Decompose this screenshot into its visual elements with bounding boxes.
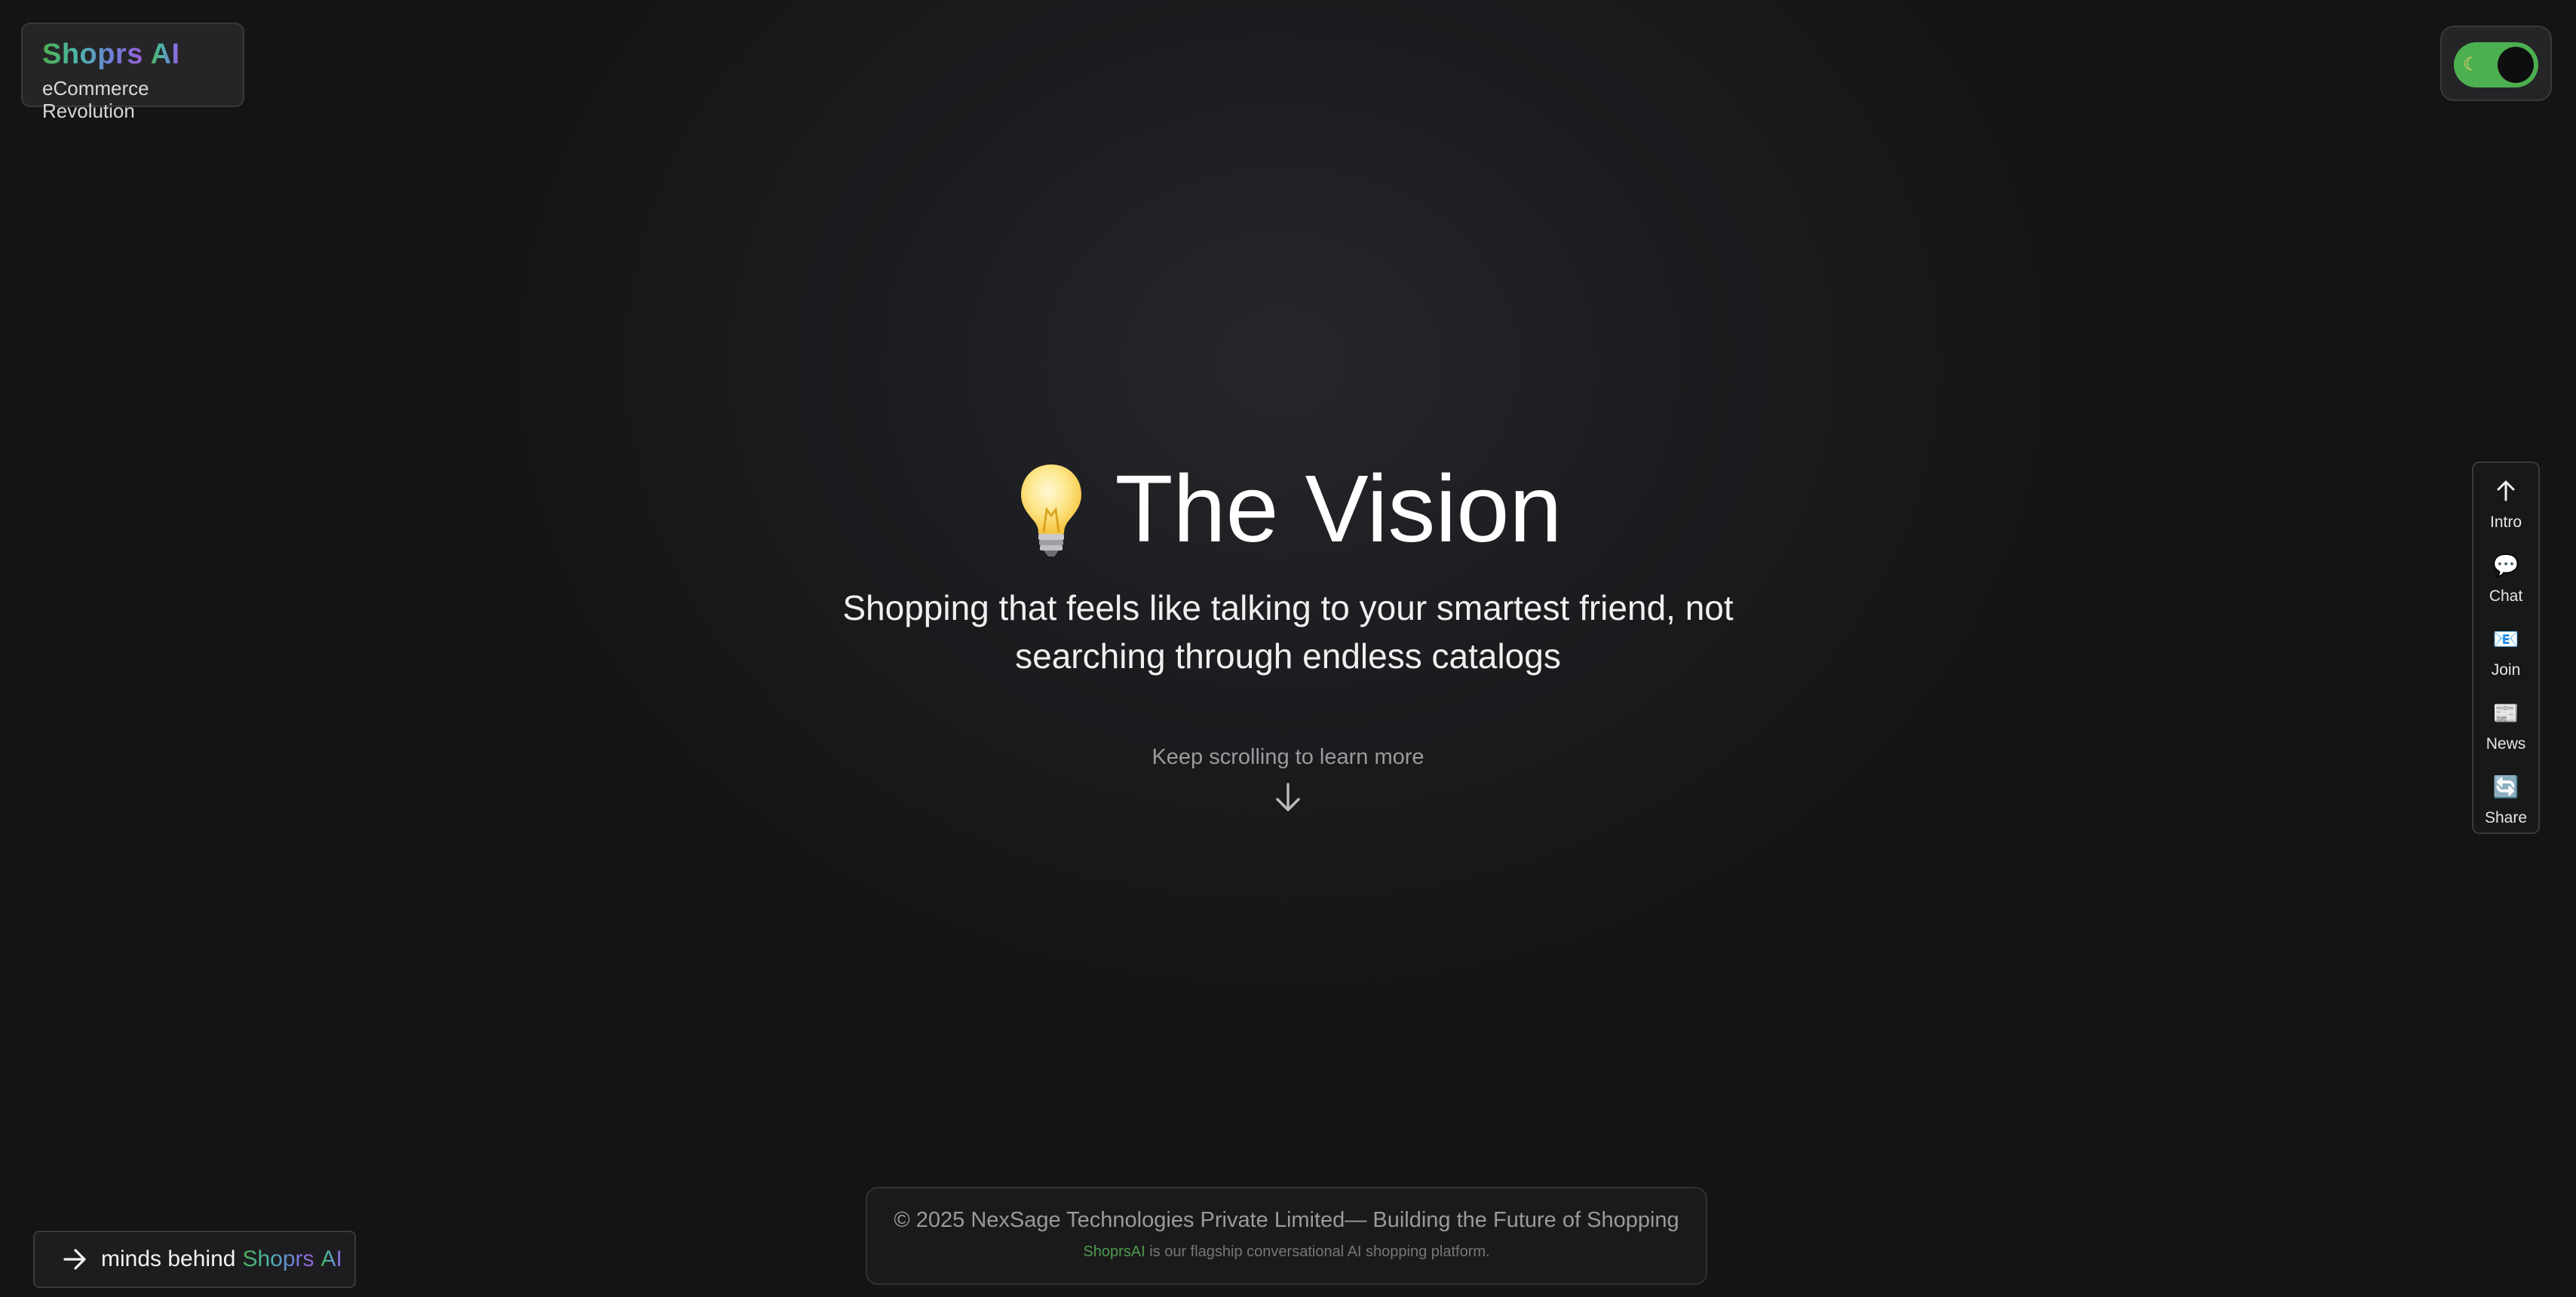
- sidenav-item-join[interactable]: 📧 Join: [2473, 623, 2538, 697]
- arrow-right-icon: [63, 1249, 86, 1270]
- brand-name-suffix: AI: [150, 38, 180, 70]
- moon-icon: ☾: [2463, 54, 2479, 75]
- sidenav-label: Chat: [2489, 587, 2523, 605]
- brand-tagline: eCommerce Revolution: [42, 77, 149, 122]
- sidenav-item-intro[interactable]: Intro: [2473, 475, 2538, 549]
- footer-brand-link[interactable]: ShoprsAI: [1083, 1243, 1145, 1260]
- footer-tagline: ShoprsAI is our flagship conversational …: [867, 1243, 1706, 1261]
- brand-title: Shoprs AI: [42, 38, 243, 71]
- footer-copyright: © 2025 NexSage Technologies Private Limi…: [894, 1208, 1679, 1232]
- sidenav-label: Share: [2484, 809, 2528, 826]
- sidenav-label: Intro: [2489, 514, 2522, 531]
- scroll-hint: Keep scrolling to learn more: [1152, 745, 1424, 769]
- footer: © 2025 NexSage Technologies Private Limi…: [866, 1187, 1707, 1285]
- minds-behind-link[interactable]: minds behind Shoprs AI: [33, 1231, 356, 1288]
- speech-bubble-icon: 💬: [2492, 553, 2519, 577]
- sidenav-item-share[interactable]: 🔄 Share: [2473, 771, 2538, 845]
- arrow-down-icon[interactable]: [1273, 781, 1303, 814]
- sidenav-item-chat[interactable]: 💬 Chat: [2473, 549, 2538, 623]
- brand-badge[interactable]: Shoprs AI eCommerce Revolution: [21, 23, 244, 122]
- hero-title-text: The Vision: [1115, 455, 1562, 562]
- side-navigation: Intro 💬 Chat 📧 Join 📰 News 🔄 Share: [2472, 461, 2540, 834]
- page-title: The Vision: [0, 452, 2576, 566]
- refresh-icon: 🔄: [2492, 774, 2519, 799]
- sidenav-item-news[interactable]: 📰 News: [2473, 697, 2538, 771]
- footer-tagline-text: is our flagship conversational AI shoppi…: [1149, 1243, 1490, 1260]
- hero-section: The Vision Shopping that feels like talk…: [0, 452, 2576, 818]
- newspaper-icon: 📰: [2492, 701, 2519, 725]
- minds-brand-suffix: AI: [320, 1246, 342, 1271]
- minds-behind-text: minds behind: [101, 1246, 236, 1271]
- toggle-knob: [2498, 47, 2534, 83]
- envelope-icon: 📧: [2492, 627, 2519, 651]
- lightbulb-icon: [1021, 465, 1082, 557]
- brand-name: Shoprs: [42, 38, 143, 70]
- sidenav-label: Join: [2491, 661, 2521, 679]
- sidenav-label: News: [2486, 735, 2526, 753]
- theme-toggle-container: ☾: [2440, 26, 2552, 101]
- arrow-up-icon: [2490, 475, 2522, 507]
- hero-subtitle: Shopping that feels like talking to your…: [842, 588, 1734, 676]
- theme-toggle[interactable]: ☾: [2454, 42, 2538, 87]
- minds-brand-name: Shoprs: [242, 1246, 314, 1271]
